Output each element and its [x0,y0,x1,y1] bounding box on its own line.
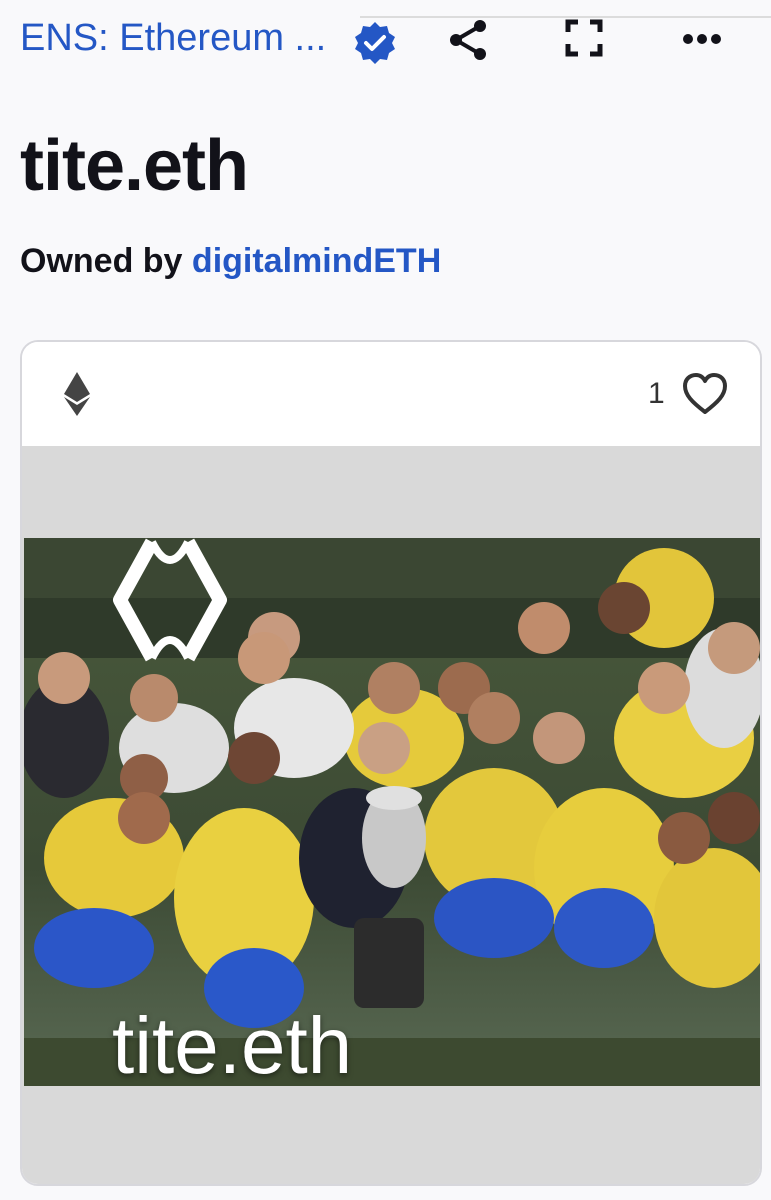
collection-link[interactable]: ENS: Ethereum ... [20,16,326,60]
more-icon[interactable] [680,24,724,54]
top-bar: ENS: Ethereum ... [0,0,771,80]
nft-image[interactable]: tite.eth [24,538,760,1087]
ens-logo-icon [113,538,227,662]
nft-item-page: ENS: Ethereum ... tite.eth Owned by digi… [0,0,771,1200]
verified-badge-icon [355,22,395,64]
ethereum-icon [64,372,90,416]
owner-link[interactable]: digitalmindETH [192,242,441,280]
owner-line: Owned by digitalmindETH [20,240,441,282]
card-header: 1 [22,342,760,446]
media-area[interactable]: tite.eth [22,446,760,1184]
item-title: tite.eth [20,126,249,206]
fullscreen-icon[interactable] [564,18,604,58]
heart-icon[interactable] [682,372,728,416]
owned-by-label: Owned by [20,242,183,280]
nft-caption: tite.eth [112,1001,353,1087]
like-count: 1 [648,377,665,410]
share-icon[interactable] [446,18,490,62]
nft-card: 1 tite.eth [20,340,762,1186]
